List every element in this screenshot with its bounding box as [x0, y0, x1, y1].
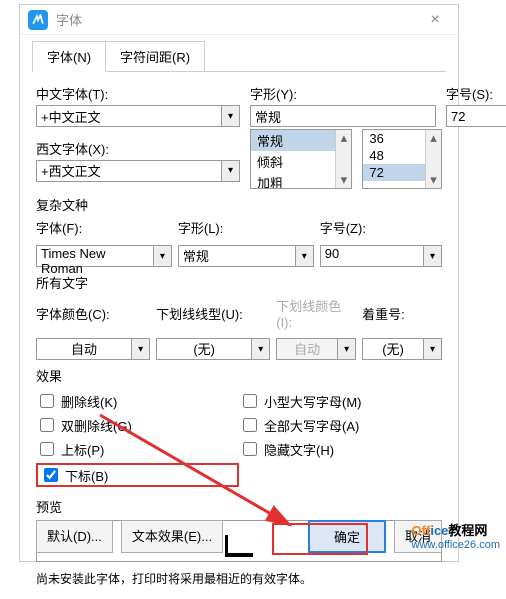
hidden-checkbox[interactable]: 隐藏文字(H)	[239, 439, 442, 459]
complex-title: 复杂文种	[36, 195, 442, 214]
watermark: Office教程网 www.office26.com	[412, 520, 500, 551]
underline-color-label: 下划线颜色(I):	[276, 296, 356, 330]
chevron-down-icon: ▾	[338, 338, 356, 360]
chevron-down-icon[interactable]: ▾	[132, 338, 150, 360]
chevron-down-icon[interactable]: ▾	[296, 245, 314, 267]
titlebar: 字体 ×	[20, 5, 458, 35]
cn-font-combo[interactable]: ▾	[36, 105, 240, 127]
chevron-down-icon[interactable]: ▾	[424, 245, 442, 267]
dialog-footer: 默认(D)... 文本效果(E)... 确定 取消	[36, 520, 442, 553]
en-font-input[interactable]	[36, 160, 222, 182]
preview-title: 预览	[36, 497, 442, 516]
cn-font-input[interactable]	[36, 105, 222, 127]
cn-font-label: 中文字体(T):	[36, 84, 240, 103]
chevron-down-icon[interactable]: ▾	[424, 338, 442, 360]
underline-combo[interactable]: (无)▾	[156, 338, 270, 360]
en-font-label: 西文字体(X):	[36, 139, 240, 158]
all-title: 所有文字	[36, 273, 442, 292]
superscript-checkbox[interactable]: 上标(P)	[36, 439, 239, 459]
scrollbar[interactable]: ▴▾	[335, 130, 351, 188]
size-listbox[interactable]: 36 48 72 ▴▾	[362, 129, 442, 189]
underline-color-combo: 自动▾	[276, 338, 356, 360]
window-title: 字体	[56, 10, 420, 29]
color-label: 字体颜色(C):	[36, 304, 150, 323]
tab-spacing[interactable]: 字符间距(R)	[105, 41, 205, 72]
complex-style-label: 字形(L):	[178, 218, 314, 237]
complex-size-combo[interactable]: 90 ▾	[320, 245, 442, 267]
font-dialog: 字体 × 字体(N) 字符间距(R) 中文字体(T): ▾ 字形(Y): 字	[19, 4, 459, 562]
subscript-checkbox[interactable]: 下标(B)	[36, 463, 239, 487]
effects-section: 效果 删除线(K) 双删除线(G) 上标(P) 下标(B) 小型大写字母(M) …	[36, 366, 442, 491]
color-combo[interactable]: 自动▾	[36, 338, 150, 360]
default-button[interactable]: 默认(D)...	[36, 520, 113, 553]
emphasis-label: 着重号:	[362, 304, 442, 323]
cn-style-label: 字形(Y):	[250, 84, 436, 103]
style-listbox[interactable]: 常规 倾斜 加粗 ▴▾	[250, 129, 352, 189]
chevron-down-icon[interactable]: ▾	[154, 245, 172, 267]
ok-button[interactable]: 确定	[308, 520, 386, 553]
scrollbar[interactable]: ▴▾	[425, 130, 441, 188]
complex-size-label: 字号(Z):	[320, 218, 442, 237]
dblstrike-checkbox[interactable]: 双删除线(G)	[36, 415, 239, 435]
complex-section: 复杂文种 字体(F): 字形(L): 字号(Z): Times New Roma…	[36, 195, 442, 267]
all-text-section: 所有文字 字体颜色(C): 下划线线型(U): 下划线颜色(I): 着重号: 自…	[36, 273, 442, 360]
effects-title: 效果	[36, 366, 442, 385]
cn-style-input[interactable]	[250, 105, 436, 127]
allcaps-checkbox[interactable]: 全部大写字母(A)	[239, 415, 442, 435]
close-icon[interactable]: ×	[420, 11, 450, 29]
smallcaps-checkbox[interactable]: 小型大写字母(M)	[239, 391, 442, 411]
chevron-down-icon[interactable]: ▾	[222, 160, 240, 182]
app-logo-icon	[28, 10, 48, 30]
cn-size-input[interactable]	[446, 105, 506, 127]
strike-checkbox[interactable]: 删除线(K)	[36, 391, 239, 411]
cn-size-label: 字号(S):	[446, 84, 506, 103]
complex-font-combo[interactable]: Times New Roman ▾	[36, 245, 172, 267]
en-font-combo[interactable]: ▾	[36, 160, 240, 182]
underline-label: 下划线线型(U):	[156, 304, 270, 323]
complex-style-combo[interactable]: 常规 ▾	[178, 245, 314, 267]
tab-font[interactable]: 字体(N)	[32, 41, 106, 72]
complex-font-label: 字体(F):	[36, 218, 172, 237]
chevron-down-icon[interactable]: ▾	[222, 105, 240, 127]
text-effects-button[interactable]: 文本效果(E)...	[121, 520, 223, 553]
tab-strip: 字体(N) 字符间距(R)	[20, 41, 458, 72]
emphasis-combo[interactable]: (无)▾	[362, 338, 442, 360]
preview-note: 尚未安装此字体，打印时将采用最相近的有效字体。	[36, 566, 442, 591]
chevron-down-icon[interactable]: ▾	[252, 338, 270, 360]
